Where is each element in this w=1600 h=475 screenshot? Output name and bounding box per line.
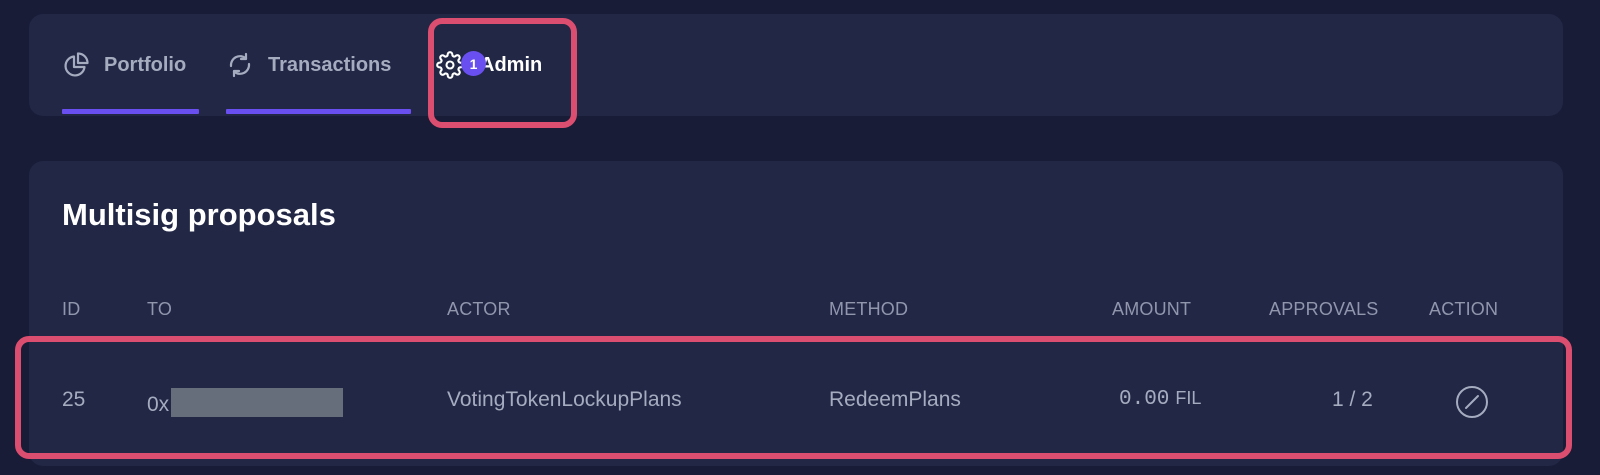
tab-admin[interactable]: 1 Admin [436,14,568,116]
gear-icon [436,51,464,79]
proposal-amount: 0.00 FIL [1119,388,1201,411]
column-header-to: TO [147,299,173,319]
tab-admin-label: Admin [480,53,543,76]
cancel-circle-icon [1456,386,1488,418]
proposal-actor: VotingTokenLockupPlans [447,388,682,411]
tab-portfolio-underline [62,109,199,114]
card-title: Multisig proposals [62,197,336,232]
tab-transactions-underline [226,109,411,114]
multisig-proposals-card: Multisig proposals ID TO ACTOR METHOD AM… [29,161,1563,466]
tab-transactions-label: Transactions [268,53,392,76]
admin-notification-badge: 1 [461,51,486,76]
column-header-method: METHOD [829,299,909,319]
column-header-actor: ACTOR [447,299,511,319]
column-header-amount: AMOUNT [1112,299,1192,319]
column-header-id: ID [62,299,81,319]
amount-unit: FIL [1175,388,1202,408]
redacted-address [171,388,344,417]
pie-chart-icon [62,51,90,79]
column-header-approvals: APPROVALS [1269,299,1379,319]
page: Portfolio Transactions 1 Admin Multisig … [0,0,1600,475]
tab-transactions[interactable]: Transactions [226,14,411,116]
proposal-id: 25 [62,388,86,411]
table-row[interactable]: 25 0x VotingTokenLockupPlans RedeemPlans… [29,351,1563,451]
tab-bar: Portfolio Transactions 1 Admin [29,14,1563,116]
tab-portfolio[interactable]: Portfolio [62,14,199,116]
proposal-approvals: 1 / 2 [1332,388,1373,411]
column-header-action: ACTION [1429,299,1499,319]
proposal-method: RedeemPlans [829,388,961,411]
tab-portfolio-label: Portfolio [104,53,187,76]
refresh-icon [226,51,254,79]
address-prefix: 0x [147,393,170,416]
proposal-to-address: 0x [147,388,344,417]
cancel-proposal-button[interactable] [1455,385,1489,419]
amount-value: 0.00 [1119,388,1170,411]
